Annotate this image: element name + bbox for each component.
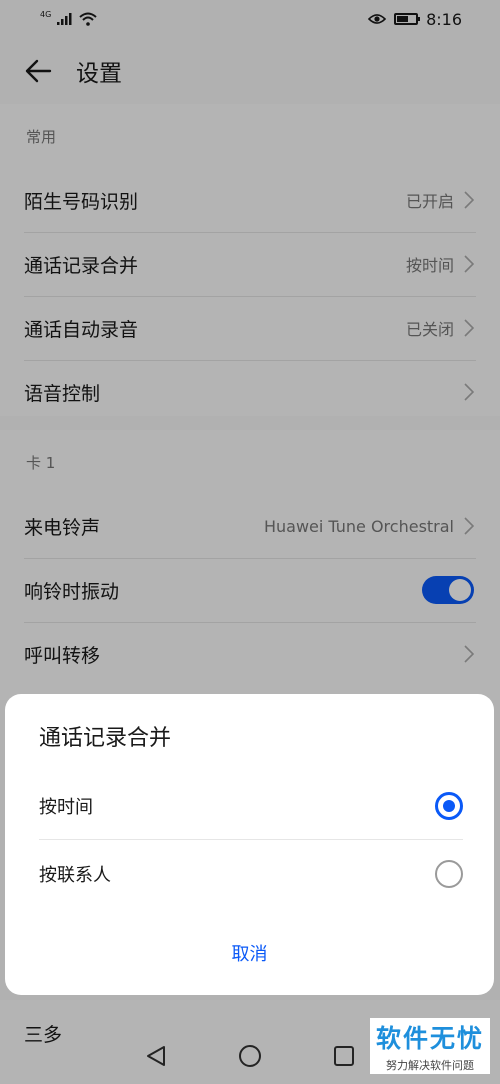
merge-call-log-dialog: 通话记录合并 按时间 按联系人 取消 (5, 694, 494, 995)
radio-checked-icon[interactable] (435, 791, 463, 820)
option-label: 按时间 (39, 796, 93, 818)
cancel-button[interactable]: 取消 (5, 940, 494, 966)
option-by-time[interactable]: 按时间 (39, 772, 463, 840)
watermark-main: 软件无忧 (375, 1024, 484, 1053)
radio-unchecked-icon[interactable] (435, 860, 463, 888)
watermark-sub: 努力解决软件问题 (386, 1059, 474, 1072)
option-label: 按联系人 (39, 865, 111, 886)
option-by-contact[interactable]: 按联系人 (39, 840, 463, 908)
watermark-logo: 软件无忧 努力解决软件问题 (370, 1018, 490, 1074)
dialog-title: 通话记录合并 (39, 726, 172, 751)
